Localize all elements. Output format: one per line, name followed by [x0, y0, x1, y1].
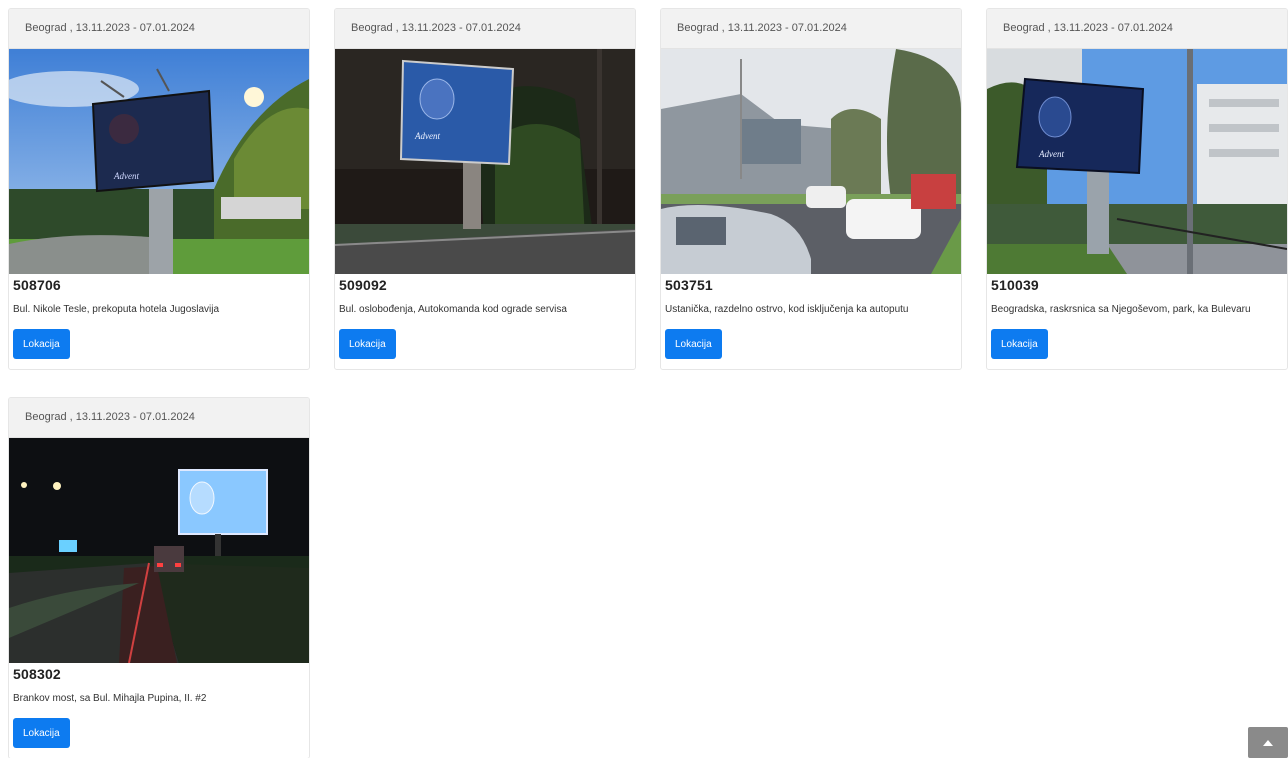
billboard-card: Beograd , 13.11.2023 - 07.01.2024 Advent… — [986, 8, 1288, 370]
location-id: 510039 — [991, 277, 1039, 293]
location-button[interactable]: Lokacija — [13, 718, 70, 748]
billboard-photo[interactable] — [9, 438, 309, 663]
location-id: 503751 — [665, 277, 713, 293]
location-id: 508706 — [13, 277, 61, 293]
card-header: Beograd , 13.11.2023 - 07.01.2024 — [987, 9, 1287, 49]
location-address: Brankov most, sa Bul. Mihajla Pupina, II… — [13, 693, 207, 704]
location-button[interactable]: Lokacija — [991, 329, 1048, 359]
card-header: Beograd , 13.11.2023 - 07.01.2024 — [9, 9, 309, 49]
card-header: Beograd , 13.11.2023 - 07.01.2024 — [661, 9, 961, 49]
card-header: Beograd , 13.11.2023 - 07.01.2024 — [9, 398, 309, 438]
location-button[interactable]: Lokacija — [665, 329, 722, 359]
billboard-card: Beograd , 13.11.2023 - 07.01.2024 508302… — [8, 397, 310, 758]
location-button[interactable]: Lokacija — [339, 329, 396, 359]
billboard-photo[interactable]: Advent — [987, 49, 1287, 274]
svg-text:Advent: Advent — [1038, 149, 1064, 159]
billboard-grid: Beograd , 13.11.2023 - 07.01.2024 Advent — [0, 0, 1288, 758]
billboard-photo[interactable] — [661, 49, 961, 274]
location-address: Beogradska, raskrsnica sa Njegoševom, pa… — [991, 304, 1251, 315]
location-id: 508302 — [13, 666, 61, 682]
card-header: Beograd , 13.11.2023 - 07.01.2024 — [335, 9, 635, 49]
location-address: Bul. Nikole Tesle, prekoputa hotela Jugo… — [13, 304, 220, 315]
billboard-card: Beograd , 13.11.2023 - 07.01.2024 503751… — [660, 8, 962, 370]
billboard-card: Beograd , 13.11.2023 - 07.01.2024 Advent — [8, 8, 310, 370]
billboard-photo[interactable]: Advent — [335, 49, 635, 274]
svg-text:Advent: Advent — [113, 171, 139, 181]
scroll-to-top-button[interactable] — [1248, 727, 1288, 758]
svg-text:Advent: Advent — [414, 131, 440, 141]
billboard-card: Beograd , 13.11.2023 - 07.01.2024 Advent… — [334, 8, 636, 370]
location-address: Bul. oslobođenja, Autokomanda kod ograde… — [339, 304, 567, 315]
billboard-photo[interactable]: Advent — [9, 49, 309, 274]
caret-up-icon — [1263, 739, 1273, 746]
location-address: Ustanička, razdelno ostrvo, kod isključe… — [665, 304, 909, 315]
location-id: 509092 — [339, 277, 387, 293]
location-button[interactable]: Lokacija — [13, 329, 70, 359]
